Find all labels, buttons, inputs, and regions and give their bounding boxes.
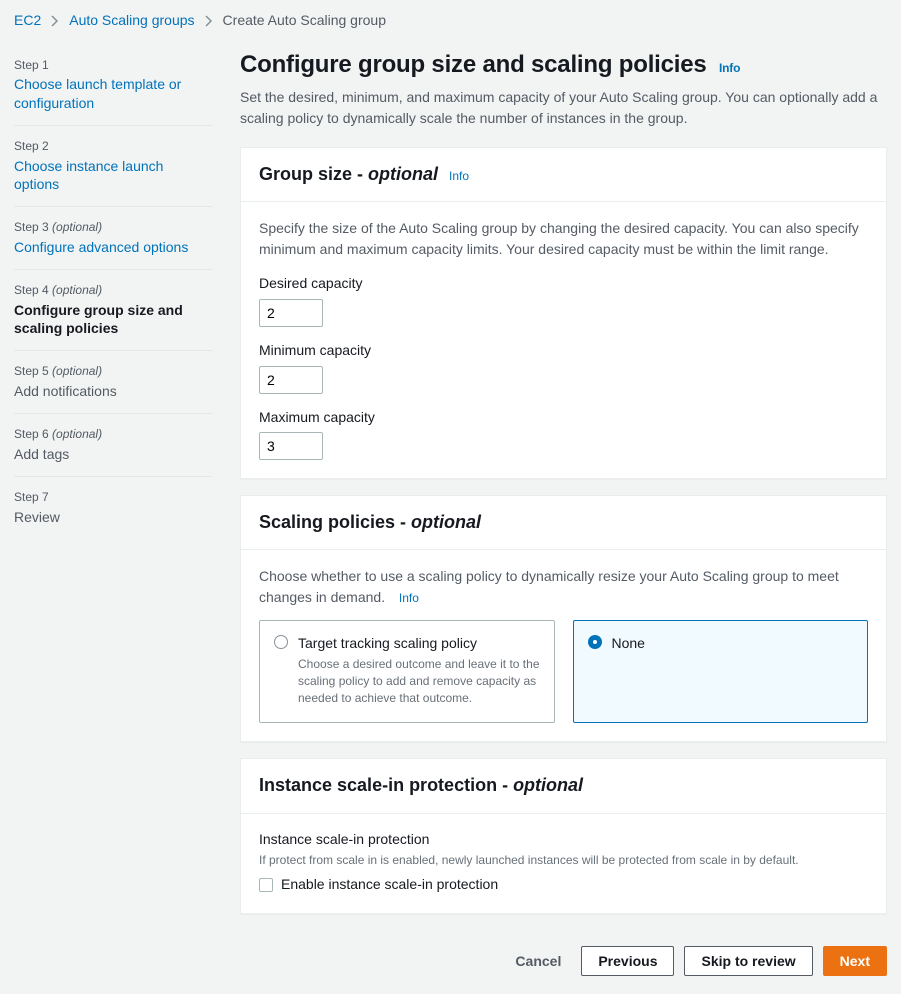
minimum-capacity-input[interactable] <box>259 366 323 394</box>
panel-scale-in-protection: Instance scale-in protection - optional … <box>240 758 887 913</box>
step-meta: Step 6 (optional) <box>14 426 212 443</box>
wizard-step-6: Step 6 (optional) Add tags <box>14 414 212 477</box>
panel-body: Specify the size of the Auto Scaling gro… <box>241 202 886 478</box>
step-meta: Step 7 <box>14 489 212 506</box>
step-meta: Step 2 <box>14 138 212 155</box>
breadcrumb-asg[interactable]: Auto Scaling groups <box>69 11 194 31</box>
field-minimum-capacity: Minimum capacity <box>259 341 868 394</box>
minimum-capacity-label: Minimum capacity <box>259 341 868 361</box>
step-review: Review <box>14 508 212 526</box>
radio-title: Target tracking scaling policy <box>298 634 540 654</box>
field-maximum-capacity: Maximum capacity <box>259 408 868 461</box>
wizard-step-7: Step 7 Review <box>14 477 212 539</box>
scaling-policy-options: Target tracking scaling policy Choose a … <box>259 620 868 723</box>
section-title: Group size - optional <box>259 164 443 184</box>
radio-content: Target tracking scaling policy Choose a … <box>298 634 540 706</box>
section-title: Instance scale-in protection - optional <box>259 775 583 795</box>
skip-to-review-button[interactable]: Skip to review <box>684 946 812 976</box>
step-configure-group-size: Configure group size and scaling policie… <box>14 301 212 337</box>
wizard-step-4: Step 4 (optional) Configure group size a… <box>14 270 212 351</box>
app-shell: EC2 Auto Scaling groups Create Auto Scal… <box>0 0 901 994</box>
radio-content: None <box>612 634 645 654</box>
wizard-step-3: Step 3 (optional) Configure advanced opt… <box>14 207 212 270</box>
maximum-capacity-label: Maximum capacity <box>259 408 868 428</box>
breadcrumb-ec2[interactable]: EC2 <box>14 11 41 31</box>
wizard-step-5: Step 5 (optional) Add notifications <box>14 351 212 414</box>
protection-checkbox-label: Enable instance scale-in protection <box>281 875 498 895</box>
field-desired-capacity: Desired capacity <box>259 274 868 327</box>
scaling-none-card[interactable]: None <box>573 620 869 723</box>
step-add-notifications: Add notifications <box>14 382 212 400</box>
step-choose-launch-template[interactable]: Choose launch template or configuration <box>14 75 212 111</box>
wizard-step-2: Step 2 Choose instance launch options <box>14 126 212 207</box>
info-link[interactable]: Info <box>449 169 469 183</box>
page-subtitle: Set the desired, minimum, and maximum ca… <box>240 87 887 129</box>
protection-field-label: Instance scale-in protection <box>259 830 868 850</box>
panel-header: Group size - optional Info <box>241 148 886 202</box>
next-button[interactable]: Next <box>823 946 887 976</box>
step-meta: Step 4 (optional) <box>14 282 212 299</box>
protection-checkbox-row: Enable instance scale-in protection <box>259 875 868 895</box>
panel-scaling-policies: Scaling policies - optional Choose wheth… <box>240 495 887 742</box>
step-meta: Step 3 (optional) <box>14 219 212 236</box>
info-link[interactable]: Info <box>399 591 419 605</box>
breadcrumb: EC2 Auto Scaling groups Create Auto Scal… <box>0 0 901 45</box>
panel-header: Instance scale-in protection - optional <box>241 759 886 813</box>
step-meta: Step 5 (optional) <box>14 363 212 380</box>
step-meta: Step 1 <box>14 57 212 74</box>
cancel-button[interactable]: Cancel <box>505 947 571 975</box>
main-content: Configure group size and scaling policie… <box>212 45 901 994</box>
panel-group-size: Group size - optional Info Specify the s… <box>240 147 887 479</box>
scaling-help: Choose whether to use a scaling policy t… <box>259 566 868 608</box>
scaling-target-tracking-card[interactable]: Target tracking scaling policy Choose a … <box>259 620 555 723</box>
group-size-help: Specify the size of the Auto Scaling gro… <box>259 218 868 260</box>
step-choose-instance-launch-options[interactable]: Choose instance launch options <box>14 157 212 193</box>
panel-header: Scaling policies - optional <box>241 496 886 550</box>
step-configure-advanced-options[interactable]: Configure advanced options <box>14 238 212 256</box>
protection-checkbox[interactable] <box>259 878 273 892</box>
wizard-sidebar: Step 1 Choose launch template or configu… <box>0 45 212 539</box>
step-add-tags: Add tags <box>14 445 212 463</box>
maximum-capacity-input[interactable] <box>259 432 323 460</box>
wizard-footer: Cancel Previous Skip to review Next <box>240 930 887 994</box>
page-title: Configure group size and scaling policie… <box>240 48 887 82</box>
panel-body: Choose whether to use a scaling policy t… <box>241 550 886 741</box>
desired-capacity-label: Desired capacity <box>259 274 868 294</box>
chevron-right-icon <box>205 15 213 27</box>
panel-body: Instance scale-in protection If protect … <box>241 814 886 913</box>
desired-capacity-input[interactable] <box>259 299 323 327</box>
radio-icon <box>588 635 602 649</box>
protection-help: If protect from scale in is enabled, new… <box>259 852 868 869</box>
chevron-right-icon <box>51 15 59 27</box>
info-link[interactable]: Info <box>719 61 740 75</box>
radio-title: None <box>612 634 645 654</box>
page-layout: Step 1 Choose launch template or configu… <box>0 45 901 994</box>
radio-description: Choose a desired outcome and leave it to… <box>298 656 540 706</box>
section-title: Scaling policies - optional <box>259 512 481 532</box>
previous-button[interactable]: Previous <box>581 946 674 976</box>
wizard-step-1: Step 1 Choose launch template or configu… <box>14 45 212 126</box>
radio-icon <box>274 635 288 649</box>
breadcrumb-current: Create Auto Scaling group <box>223 11 386 31</box>
